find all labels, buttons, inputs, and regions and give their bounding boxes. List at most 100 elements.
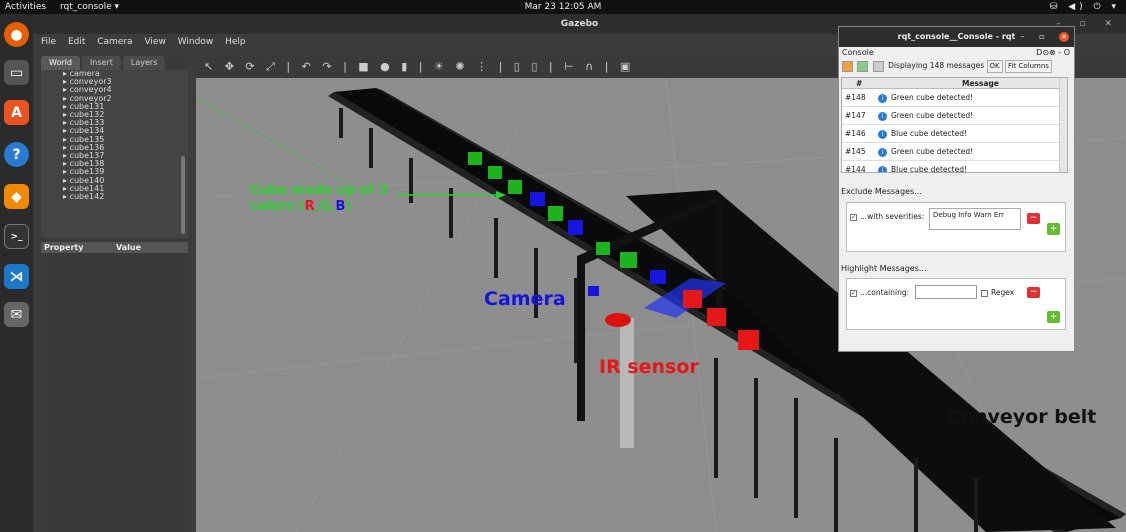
system-tray[interactable]: ⛁ ◀) ⏻ ▾: [1050, 0, 1120, 14]
menu-window[interactable]: Window: [178, 37, 214, 47]
info-icon: i: [878, 147, 887, 157]
console-dock-title: Console: [842, 48, 874, 57]
tab-layers[interactable]: Layers: [122, 56, 166, 70]
col-num[interactable]: #: [856, 78, 862, 89]
containing-label: ...containing:: [860, 288, 910, 297]
mail-icon[interactable]: ✉: [4, 302, 29, 327]
annotation-b: B: [335, 199, 346, 214]
left-panel: World Insert Layers camera conveyor3 con…: [41, 56, 188, 532]
row-num: #144: [845, 165, 866, 173]
menu-help[interactable]: Help: [225, 37, 246, 47]
severity-filter: ✓ ...with severities:: [850, 212, 924, 221]
conveyor-belt-label: Conveyor belt: [947, 406, 1097, 428]
save-icon[interactable]: [857, 60, 869, 72]
cube-annotation: Cube made up of 3 colors (R,G,B): [250, 183, 388, 215]
remove-filter-icon[interactable]: −: [1027, 213, 1040, 224]
add-filter-icon[interactable]: +: [1047, 223, 1060, 235]
message-table[interactable]: # Message #148 i Green cube detected! #147…: [841, 77, 1068, 173]
clear-icon[interactable]: [872, 60, 884, 72]
row-num: #148: [845, 93, 866, 102]
gazebo-title: Gazebo: [560, 19, 599, 29]
menu-view[interactable]: View: [144, 37, 165, 47]
remove-highlight-icon[interactable]: −: [1027, 287, 1040, 298]
software-icon[interactable]: A: [4, 100, 29, 125]
dock-controls[interactable]: D⊙⊗ - O: [1036, 47, 1070, 58]
tree-scrollbar[interactable]: [181, 156, 185, 234]
row-message: Green cube detected!: [891, 93, 974, 102]
layers-app-icon[interactable]: ◆: [4, 184, 29, 209]
close-icon[interactable]: ✕: [1059, 31, 1069, 42]
info-icon: i: [878, 93, 887, 103]
highlight-box: ✓ ...containing: Regex − +: [846, 278, 1066, 330]
top-bar: Activities rqt_console ▾ Mar 23 12:05 AM…: [0, 0, 1126, 14]
exclude-messages-label: Exclude Messages...: [841, 187, 922, 196]
with-severities-label: ...with severities:: [860, 212, 925, 221]
exclude-box: ✓ ...with severities: Debug Info Warn Err…: [846, 202, 1066, 252]
ir-sensor-label: IR sensor: [599, 356, 699, 378]
table-row[interactable]: #145 i Green cube detected!: [842, 143, 1067, 161]
cube-annotation-line1: Cube made up of 3: [250, 183, 388, 198]
tab-world[interactable]: World: [41, 56, 80, 70]
property-column: Property: [44, 243, 84, 252]
firefox-icon[interactable]: ●: [4, 22, 29, 47]
panel-tabs: World Insert Layers: [41, 56, 188, 70]
clock[interactable]: Mar 23 12:05 AM: [0, 0, 1126, 14]
terminal-icon[interactable]: >_: [4, 224, 29, 249]
table-row[interactable]: #146 i Blue cube detected!: [842, 125, 1067, 143]
info-icon: i: [878, 165, 887, 172]
row-num: #145: [845, 147, 866, 156]
row-num: #147: [845, 111, 866, 120]
severity-checkbox[interactable]: ✓: [850, 213, 857, 221]
menu-edit[interactable]: Edit: [68, 37, 85, 47]
rqt-title: rqt_console__Console - rqt: [897, 32, 1016, 41]
row-message: Blue cube detected!: [891, 165, 967, 173]
row-message: Green cube detected!: [891, 111, 974, 120]
dock: ● ▭ A ? ◆ >_ ⋊ ✉: [0, 14, 33, 532]
containing-input[interactable]: [915, 285, 977, 299]
camera-label: Camera: [484, 288, 566, 310]
rqt-window-controls[interactable]: – ▫ ✕: [1020, 27, 1069, 47]
annotation-r: R: [304, 199, 315, 214]
tab-insert[interactable]: Insert: [81, 56, 121, 70]
add-highlight-icon[interactable]: +: [1047, 311, 1060, 323]
row-message: Green cube detected!: [891, 147, 974, 156]
property-header: Property Value: [41, 242, 188, 253]
rqt-titlebar: rqt_console__Console - rqt – ▫ ✕: [839, 27, 1074, 47]
containing-filter: ✓ ...containing:: [850, 288, 909, 297]
vscode-icon[interactable]: ⋊: [4, 264, 29, 289]
table-row[interactable]: #144 i Blue cube detected!: [842, 161, 1067, 173]
ir-sensor-head: [605, 313, 631, 327]
console-dock-header: Console D⊙⊗ - O: [839, 47, 1074, 58]
rqt-console-window: rqt_console__Console - rqt – ▫ ✕ Console…: [838, 26, 1075, 352]
info-icon: i: [878, 129, 887, 139]
col-message[interactable]: Message: [962, 78, 999, 89]
annotation-g: G: [319, 199, 331, 214]
help-icon[interactable]: ?: [4, 142, 29, 167]
table-header: # Message: [842, 78, 1067, 89]
info-icon: i: [878, 111, 887, 121]
files-icon[interactable]: ▭: [4, 60, 29, 85]
containing-checkbox[interactable]: ✓: [850, 289, 857, 297]
value-column: Value: [116, 243, 142, 252]
fit-columns-button[interactable]: Fit Columns: [1005, 59, 1052, 73]
table-row[interactable]: #148 i Green cube detected!: [842, 89, 1067, 107]
menu-camera[interactable]: Camera: [97, 37, 132, 47]
ok-button[interactable]: OK: [986, 59, 1003, 73]
ir-sensor-post: [620, 318, 634, 448]
row-num: #146: [845, 129, 866, 138]
row-message: Blue cube detected!: [891, 129, 967, 138]
menu-file[interactable]: File: [41, 37, 56, 47]
table-scrollbar[interactable]: [1059, 78, 1067, 172]
annotation-close: ): [345, 199, 352, 214]
regex-checkbox[interactable]: [981, 289, 988, 297]
model-tree: camera conveyor3 conveyor4 conveyor2 cub…: [41, 70, 188, 238]
pause-icon[interactable]: [842, 60, 853, 72]
table-row[interactable]: #147 i Green cube detected!: [842, 107, 1067, 125]
regex-option: Regex: [981, 288, 1014, 297]
tree-item[interactable]: cube142: [63, 192, 188, 201]
cube-annotation-line2: colors (R,G,B): [250, 199, 352, 214]
severity-list[interactable]: Debug Info Warn Err: [929, 208, 1021, 230]
console-toolbar: Displaying 148 messages OK Fit Columns: [839, 58, 1074, 74]
displaying-count: Displaying 148 messages: [888, 61, 985, 70]
highlight-messages-label: Highlight Messages...: [841, 264, 927, 273]
